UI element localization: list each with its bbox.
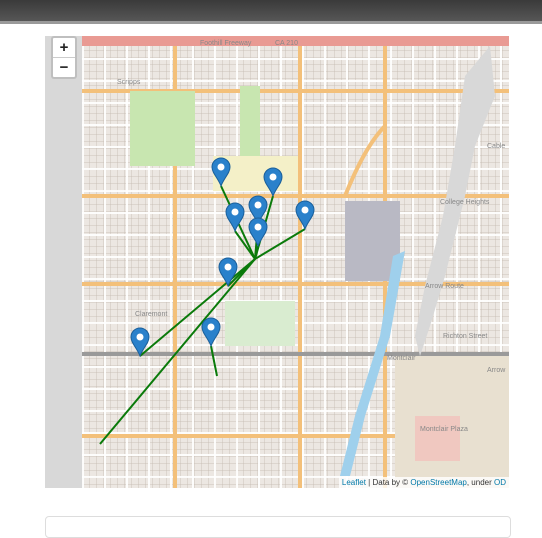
label-arrow: Arrow — [487, 367, 506, 374]
label-ca: CA 210 — [275, 40, 298, 47]
map-areas — [130, 46, 509, 488]
zoom-out-button[interactable]: − — [53, 57, 75, 77]
label-arrow-route: Arrow Route — [425, 283, 464, 290]
map-container[interactable]: Foothill Freeway CA 210 Scripps College … — [45, 36, 509, 488]
label-scripps: Scripps — [117, 79, 141, 86]
label-cable: Cable — [487, 143, 505, 150]
leaflet-link[interactable]: Leaflet — [342, 478, 366, 487]
window-top-bar — [0, 0, 542, 24]
attribution-sep2: , under — [466, 478, 494, 487]
map-marker-icon[interactable] — [225, 202, 245, 233]
railway — [82, 352, 509, 356]
label-montclair-plaza: Montclair Plaza — [420, 426, 468, 433]
od-link[interactable]: OD — [494, 478, 506, 487]
map-marker-icon[interactable] — [218, 257, 238, 288]
label-claremont: Claremont — [135, 311, 167, 318]
map-marker-icon[interactable] — [263, 167, 283, 198]
map-marker-icon[interactable] — [201, 317, 221, 348]
label-montclair: Montclair — [387, 355, 416, 362]
map-marker-icon[interactable] — [248, 217, 268, 248]
label-freeway: Foothill Freeway — [200, 40, 252, 47]
zoom-in-button[interactable]: + — [53, 38, 75, 57]
zoom-control[interactable]: + − — [51, 36, 77, 79]
osm-link[interactable]: OpenStreetMap — [410, 478, 466, 487]
bottom-panel — [45, 516, 511, 538]
label-college-heights: College Heights — [440, 199, 490, 206]
attribution-sep1: | Data by © — [365, 478, 411, 487]
map-overlay: Foothill Freeway CA 210 Scripps College … — [82, 36, 509, 488]
label-richton: Richton Street — [443, 333, 487, 340]
map-attribution: Leaflet | Data by © OpenStreetMap, under… — [338, 477, 509, 488]
